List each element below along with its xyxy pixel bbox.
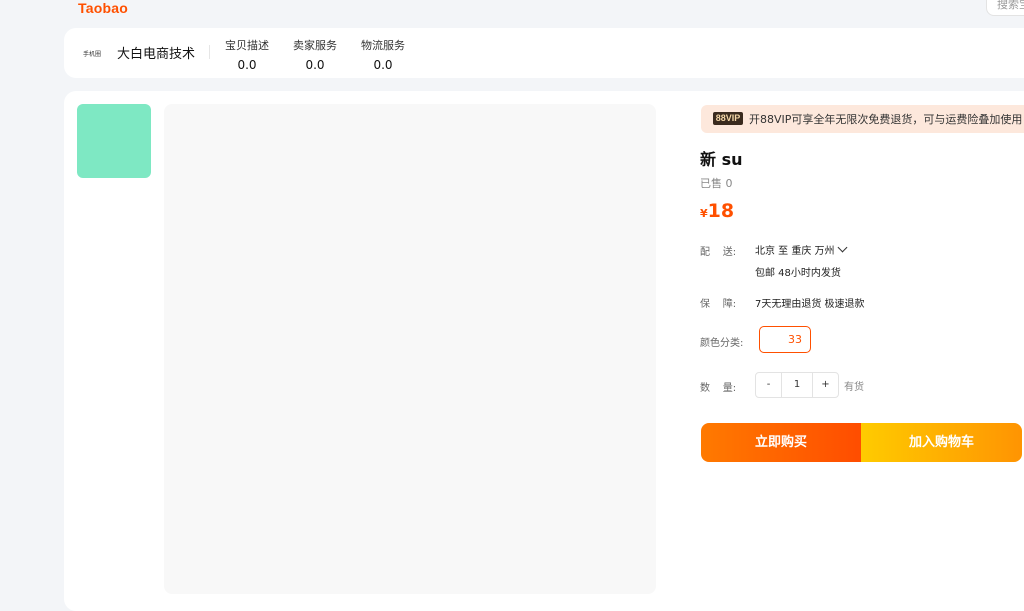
price-value: 18	[707, 200, 735, 222]
logo-text: Taobao	[78, 0, 128, 16]
taobao-logo[interactable]: Taobao	[78, 0, 138, 16]
quantity-minus-button[interactable]: -	[756, 373, 781, 397]
buy-now-button[interactable]: 立即购买	[701, 423, 861, 462]
shop-bar	[64, 28, 1024, 78]
product-title: 新 su	[700, 150, 743, 169]
sold-count: 已售 0	[700, 177, 733, 190]
score-label: 宝贝描述	[225, 39, 269, 52]
add-to-cart-button[interactable]: 加入购物车	[861, 423, 1022, 462]
delivery-route[interactable]: 北京 至 重庆 万州	[755, 242, 847, 257]
quantity-stepper: - 1 +	[755, 372, 839, 398]
stock-status: 有货	[844, 382, 864, 393]
score-description: 宝贝描述 0.0	[225, 37, 269, 72]
shop-name[interactable]: 大白电商技术	[117, 43, 195, 62]
divider	[209, 45, 210, 59]
score-value: 0.0	[237, 58, 257, 72]
guarantee-label: 保 障:	[700, 299, 737, 310]
score-value: 0.0	[373, 58, 393, 72]
color-option[interactable]: 33	[759, 326, 811, 353]
score-seller-service: 卖家服务 0.0	[293, 37, 337, 72]
delivery-label: 配 送:	[700, 247, 737, 258]
delivery-info: 包邮 48小时内发货	[755, 268, 841, 279]
quantity-label: 数 量:	[700, 383, 737, 394]
product-thumbnail[interactable]	[77, 104, 151, 178]
chevron-down-icon	[837, 242, 847, 253]
product-main-image[interactable]	[164, 104, 656, 594]
search-input[interactable]: 搜索宝	[986, 0, 1024, 16]
vip-badge: 88VIP	[713, 112, 743, 125]
shop-badge: 手机圈	[83, 51, 102, 58]
score-value: 0.0	[305, 58, 325, 72]
score-logistics: 物流服务 0.0	[361, 37, 405, 72]
delivery-route-text: 北京 至 重庆 万州	[755, 246, 835, 257]
vip-text: 开88VIP可享全年无限次免费退货，可与运费险叠加使用	[749, 113, 1023, 126]
color-label: 颜色分类:	[700, 338, 744, 349]
quantity-input[interactable]: 1	[781, 373, 813, 397]
guarantee-value: 7天无理由退货 极速退款	[755, 299, 865, 310]
score-label: 物流服务	[361, 39, 405, 52]
product-price: ¥18	[700, 200, 734, 222]
currency-symbol: ¥	[700, 207, 708, 220]
score-label: 卖家服务	[293, 39, 337, 52]
quantity-plus-button[interactable]: +	[813, 373, 838, 397]
